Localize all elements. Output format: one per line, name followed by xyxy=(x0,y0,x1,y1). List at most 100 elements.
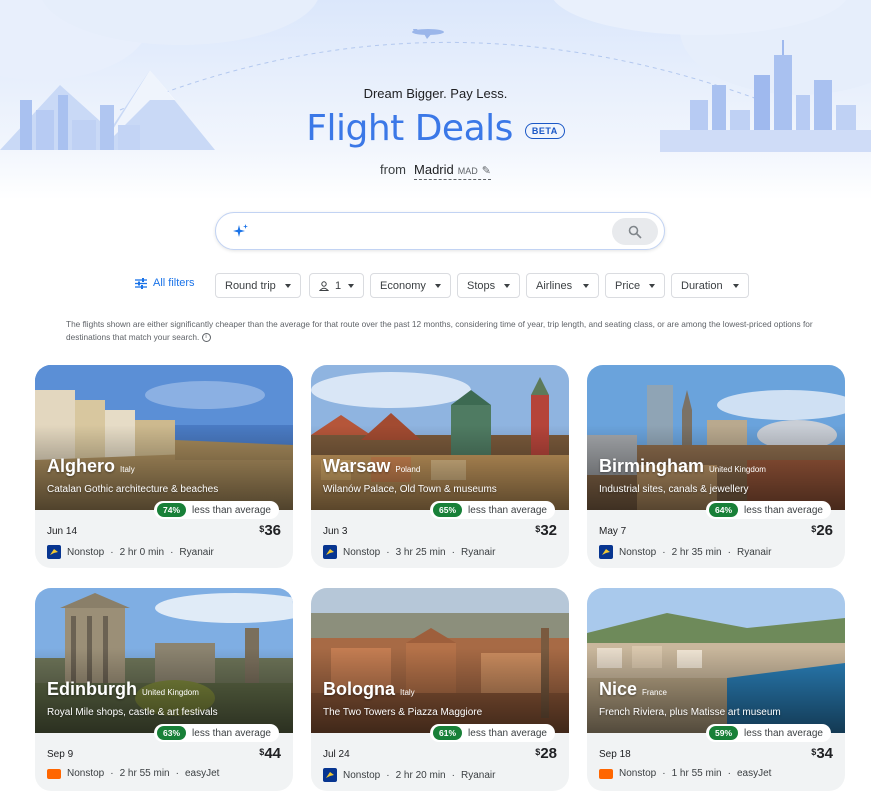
search-box[interactable] xyxy=(215,212,665,250)
ryanair-logo xyxy=(47,545,61,559)
origin-code: MAD xyxy=(457,166,478,176)
destination-description: Wilanów Palace, Old Town & museums xyxy=(323,484,497,495)
travel-date: Sep 9 xyxy=(47,749,74,760)
price-dropdown[interactable]: Price xyxy=(605,273,665,298)
discount-label: less than average xyxy=(744,504,823,516)
price: $36 xyxy=(259,522,281,539)
city-name: Birmingham xyxy=(599,456,705,476)
discount-badge: 74% less than average xyxy=(154,501,279,519)
stops-text: Nonstop xyxy=(67,768,105,779)
trip-type-dropdown[interactable]: Round trip xyxy=(215,273,301,298)
price-value: 36 xyxy=(264,522,281,539)
info-icon[interactable]: i xyxy=(201,333,211,343)
chevron-down-icon xyxy=(733,283,739,288)
beta-badge: BETA xyxy=(524,122,565,139)
all-filters-button[interactable]: All filters xyxy=(135,277,195,289)
deal-card[interactable]: Edinburgh United Kingdom Royal Mile shop… xyxy=(35,588,293,791)
destination-heading: Warsaw Poland xyxy=(323,456,420,477)
page-title: Flight Deals xyxy=(306,108,513,149)
discount-badge: 64% less than average xyxy=(706,501,831,519)
city-name: Edinburgh xyxy=(47,679,137,699)
duration-text: 2 hr 55 min xyxy=(119,768,170,779)
discount-label: less than average xyxy=(192,504,271,516)
airline-name: easyJet xyxy=(184,768,220,779)
price: $26 xyxy=(811,522,833,539)
chevron-down-icon xyxy=(583,283,589,288)
easyjet-logo xyxy=(47,768,61,779)
country-name: United Kingdom xyxy=(141,688,199,697)
price-value: 34 xyxy=(816,745,833,762)
stops-dropdown[interactable]: Stops xyxy=(457,273,520,298)
destination-heading: Alghero Italy xyxy=(47,456,135,477)
discount-badge: 65% less than average xyxy=(430,501,555,519)
deal-card[interactable]: Bologna Italy The Two Towers & Piazza Ma… xyxy=(311,588,569,791)
pencil-icon: ✎ xyxy=(481,165,491,177)
cabin-class-dropdown[interactable]: Economy xyxy=(370,273,451,298)
flight-info: Nonstop · 2 hr 35 min · Ryanair xyxy=(599,545,771,559)
destination-description: Industrial sites, canals & jewellery xyxy=(599,484,749,495)
country-name: France xyxy=(642,688,667,697)
airline-name: Ryanair xyxy=(460,769,496,781)
sparkle-icon xyxy=(233,224,248,237)
ryanair-logo xyxy=(599,545,613,559)
country-name: United Kingdom xyxy=(709,465,766,474)
tagline: Dream Bigger. Pay Less. xyxy=(363,86,508,101)
discount-percent: 61% xyxy=(433,726,463,740)
discount-percent: 59% xyxy=(709,726,739,740)
hero-banner: Dream Bigger. Pay Less. Flight Deals BET… xyxy=(0,0,871,200)
country-name: Italy xyxy=(400,688,415,697)
airlines-label: Airlines xyxy=(536,279,573,292)
price-value: 32 xyxy=(540,522,557,539)
discount-badge: 63% less than average xyxy=(154,724,279,742)
city-name: Bologna xyxy=(323,679,395,699)
destination-description: Catalan Gothic architecture & beaches xyxy=(47,484,219,495)
destination-heading: Nice France xyxy=(599,679,667,700)
ryanair-logo xyxy=(323,768,337,782)
airline-name: Ryanair xyxy=(179,546,214,558)
discount-percent: 63% xyxy=(157,726,187,740)
trip-type-label: Round trip xyxy=(225,279,276,292)
discount-label: less than average xyxy=(468,504,547,516)
chevron-down-icon xyxy=(649,283,655,288)
country-name: Italy xyxy=(120,465,135,474)
flight-info: Nonstop · 2 hr 20 min · Ryanair xyxy=(323,768,495,782)
price: $44 xyxy=(259,745,281,762)
discount-percent: 74% xyxy=(157,503,187,517)
price-value: 26 xyxy=(816,522,833,539)
person-icon xyxy=(319,280,329,291)
city-name: Nice xyxy=(599,679,638,699)
airline-name: Ryanair xyxy=(736,546,772,558)
deal-card[interactable]: Warsaw Poland Wilanów Palace, Old Town &… xyxy=(311,365,569,568)
destination-heading: Bologna Italy xyxy=(323,679,415,700)
deal-card[interactable]: Alghero Italy Catalan Gothic architectur… xyxy=(35,365,293,568)
deal-card[interactable]: Birmingham United Kingdom Industrial sit… xyxy=(587,365,845,568)
duration-label: Duration xyxy=(681,279,723,292)
chevron-down-icon xyxy=(348,283,354,288)
city-name: Warsaw xyxy=(323,456,391,476)
duration-dropdown[interactable]: Duration xyxy=(671,273,749,298)
duration-text: 3 hr 25 min xyxy=(395,546,446,558)
price-label: Price xyxy=(615,279,641,292)
search-button[interactable] xyxy=(612,218,658,245)
deal-card[interactable]: Nice France French Riviera, plus Matisse… xyxy=(587,588,845,791)
easyjet-logo xyxy=(599,768,613,779)
price: $28 xyxy=(535,745,557,762)
origin-selector[interactable]: Madrid MAD ✎ xyxy=(414,162,491,180)
stops-text: Nonstop xyxy=(343,546,381,558)
airlines-dropdown[interactable]: Airlines xyxy=(526,273,599,298)
discount-label: less than average xyxy=(468,727,547,739)
destination-description: The Two Towers & Piazza Maggiore xyxy=(323,707,483,718)
all-filters-label: All filters xyxy=(153,277,195,289)
airline-name: Ryanair xyxy=(460,546,496,558)
stops-text: Nonstop xyxy=(619,768,657,779)
passengers-dropdown[interactable]: 1 xyxy=(309,273,364,298)
flight-info: Nonstop · 2 hr 55 min · easyJet xyxy=(47,768,219,779)
stops-text: Nonstop xyxy=(343,769,381,781)
price-value: 28 xyxy=(540,745,557,762)
destination-description: Royal Mile shops, castle & art festivals xyxy=(47,707,218,718)
travel-date: Sep 18 xyxy=(599,749,631,760)
passengers-label: 1 xyxy=(335,279,342,292)
disclaimer-text: The flights shown are either significant… xyxy=(66,319,813,342)
origin-city: Madrid xyxy=(414,162,454,177)
discount-badge: 61% less than average xyxy=(430,724,555,742)
